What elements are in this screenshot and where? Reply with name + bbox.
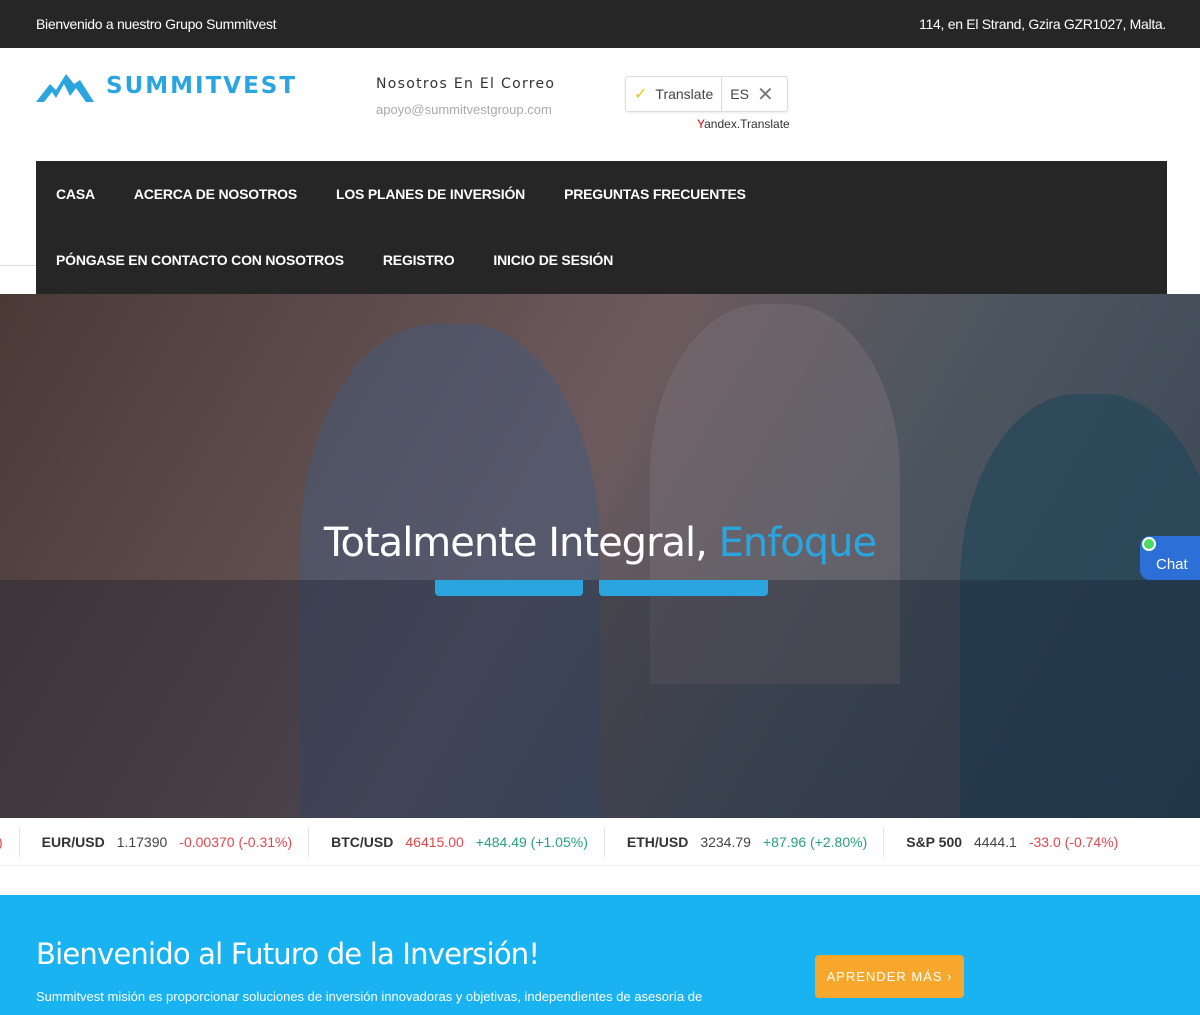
contact-title: Nosotros En El Correo	[376, 76, 556, 92]
ticker-change: -33.0 (-0.74%)	[1028, 833, 1119, 850]
main-nav: CASA ACERCA DE NOSOTROS LOS PLANES DE IN…	[36, 161, 1167, 294]
header: SUMMITVEST Nosotros En El Correo apoyo@s…	[0, 48, 1200, 161]
nav-contacto[interactable]: PÓNGASE EN CONTACTO CON NOSOTROS	[56, 252, 344, 268]
logo-text: SUMMITVEST	[106, 73, 298, 99]
ticker-item[interactable]: ETH/USD 3234.79 +87.96 (+2.80%)	[603, 826, 883, 857]
nav-acerca[interactable]: ACERCA DE NOSOTROS	[134, 186, 297, 202]
ticker-change: -0.00370 (-0.31%)	[179, 833, 293, 850]
yandex-link[interactable]: Yandex.Translate	[697, 117, 790, 131]
hero-banner: Totalmente Integral, Enfoque	[0, 294, 1200, 818]
ticker-change: +87.96 (+2.80%)	[762, 833, 868, 850]
chat-label: Chat	[1156, 556, 1188, 573]
language-select[interactable]: ES	[730, 86, 749, 102]
nav-login[interactable]: INICIO DE SESIÓN	[493, 252, 613, 268]
ticker-symbol: S&P 500	[906, 833, 963, 850]
ticker-change: +484.49 (+1.05%)	[475, 833, 588, 850]
mountain-icon	[36, 74, 94, 102]
welcome-title: Bienvenido al Futuro de la Inversión!	[36, 937, 540, 971]
ticker-symbol: BTC/USD	[331, 833, 394, 850]
learn-more-button[interactable]: APRENDER MÁS ›	[815, 955, 964, 998]
ticker-symbol: EUR/USD	[41, 833, 105, 850]
welcome-text: Bienvenido a nuestro Grupo Summitvest	[36, 16, 277, 32]
close-icon[interactable]: ✕	[757, 82, 774, 107]
welcome-text: Summitvest misión es proporcionar soluci…	[36, 989, 703, 1004]
ticker-price: 4444.1	[974, 833, 1017, 850]
yandex-text: andex.Translate	[704, 117, 790, 131]
ticker-item[interactable]: EUR/USD 1.17390 -0.00370 (-0.31%)	[18, 826, 308, 857]
ticker-prev-tail: )	[0, 834, 19, 850]
address-text: 114, en El Strand, Gzira GZR1027, Malta.	[919, 16, 1166, 32]
hero-title-main: Totalmente Integral,	[323, 520, 719, 566]
hero-button[interactable]	[435, 580, 583, 596]
hero-title-accent: Enfoque	[718, 520, 878, 566]
translate-button[interactable]: ✓ Translate	[626, 77, 723, 111]
logo[interactable]: SUMMITVEST	[36, 70, 297, 102]
email-contact: Nosotros En El Correo apoyo@summitvestgr…	[376, 76, 555, 117]
divider	[0, 265, 36, 266]
ticker-price: 46415.00	[405, 833, 464, 850]
nav-faq[interactable]: PREGUNTAS FRECUENTES	[564, 186, 746, 202]
hero-title: Totalmente Integral, Enfoque	[0, 520, 1200, 566]
nav-planes[interactable]: LOS PLANES DE INVERSIÓN	[336, 186, 525, 202]
price-ticker: ) EUR/USD 1.17390 -0.00370 (-0.31%) BTC/US…	[0, 818, 1200, 866]
nav-registro[interactable]: REGISTRO	[383, 252, 455, 268]
hero-button[interactable]	[599, 580, 768, 596]
translate-widget[interactable]: ✓ Translate ES ✕	[625, 76, 788, 112]
hero-overlay	[0, 580, 1200, 818]
check-icon: ✓	[634, 86, 648, 103]
ticker-item[interactable]: BTC/USD 46415.00 +484.49 (+1.05%)	[308, 826, 604, 857]
online-status-icon	[1142, 537, 1156, 551]
welcome-section: Bienvenido al Futuro de la Inversión! Su…	[0, 895, 1200, 1015]
email-link[interactable]: apoyo@summitvestgroup.com	[376, 102, 555, 117]
top-bar: Bienvenido a nuestro Grupo Summitvest 11…	[0, 0, 1200, 48]
ticker-price: 1.17390	[116, 833, 168, 850]
translate-label: Translate	[655, 86, 714, 102]
ticker-item[interactable]: S&P 500 4444.1 -33.0 (-0.74%)	[883, 826, 1134, 857]
ticker-symbol: ETH/USD	[626, 833, 689, 850]
chat-button[interactable]: Chat	[1140, 536, 1200, 580]
ticker-price: 3234.79	[700, 833, 751, 850]
nav-casa[interactable]: CASA	[56, 186, 95, 202]
